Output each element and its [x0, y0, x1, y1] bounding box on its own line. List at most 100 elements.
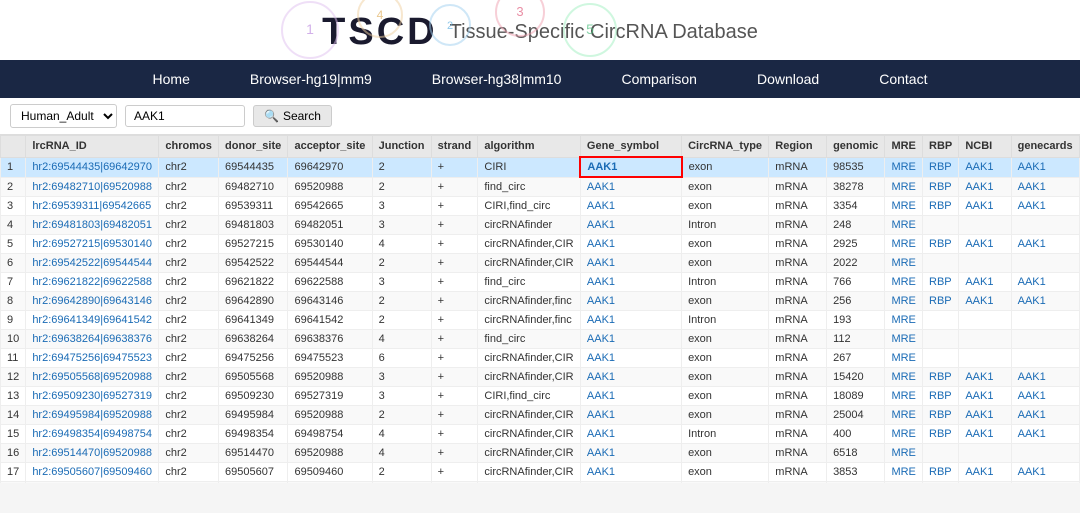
cell-id[interactable]: hr2:69505568|69520988 [26, 368, 159, 387]
cell-genecards[interactable] [1011, 330, 1079, 349]
cell-genecards[interactable]: AAK1 [1011, 177, 1079, 197]
nav-browser-hg19[interactable]: Browser-hg19|mm9 [220, 60, 402, 98]
cell-rbp[interactable]: RBP [923, 463, 959, 482]
cell-ncbi[interactable] [959, 444, 1011, 463]
cell-ncbi[interactable] [959, 216, 1011, 235]
cell-mre[interactable]: MRE [885, 368, 923, 387]
cell-genecards[interactable]: AAK1 [1011, 157, 1079, 177]
cell-gene[interactable]: AAK1 [580, 292, 681, 311]
nav-browser-hg38[interactable]: Browser-hg38|mm10 [402, 60, 592, 98]
cell-genecards[interactable]: AAK1 [1011, 197, 1079, 216]
cell-rbp[interactable]: RBP [923, 292, 959, 311]
cell-genecards[interactable]: AAK1 [1011, 273, 1079, 292]
cell-mre[interactable]: MRE [885, 157, 923, 177]
cell-rbp[interactable] [923, 349, 959, 368]
nav-download[interactable]: Download [727, 60, 849, 98]
cell-id[interactable]: hr2:69495984|69520988 [26, 406, 159, 425]
cell-genecards[interactable] [1011, 444, 1079, 463]
cell-id[interactable]: hr2:69642890|69643146 [26, 292, 159, 311]
cell-id[interactable]: hr2:69638264|69638376 [26, 330, 159, 349]
cell-id[interactable]: hr2:69544435|69642970 [26, 157, 159, 177]
search-input[interactable] [125, 105, 245, 127]
cell-id[interactable]: hr2:69542522|69544544 [26, 254, 159, 273]
cell-id[interactable]: hr2:69498354|69498754 [26, 425, 159, 444]
species-dropdown[interactable]: Human_Adult Human_Fetal Mouse_Adult Mous… [10, 104, 117, 128]
nav-comparison[interactable]: Comparison [591, 60, 726, 98]
cell-mre[interactable]: MRE [885, 235, 923, 254]
cell-mre[interactable]: MRE [885, 425, 923, 444]
cell-ncbi[interactable]: AAK1 [959, 387, 1011, 406]
cell-gene[interactable]: AAK1 [580, 273, 681, 292]
cell-genecards[interactable]: AAK1 [1011, 235, 1079, 254]
cell-genecards[interactable]: AAK1 [1011, 368, 1079, 387]
cell-gene[interactable]: AAK1 [580, 216, 681, 235]
cell-genecards[interactable]: AAK1 [1011, 425, 1079, 444]
cell-gene[interactable]: AAK1 [580, 157, 681, 177]
cell-rbp[interactable]: RBP [923, 425, 959, 444]
cell-ncbi[interactable]: AAK1 [959, 235, 1011, 254]
cell-mre[interactable]: MRE [885, 254, 923, 273]
cell-mre[interactable]: MRE [885, 444, 923, 463]
cell-gene[interactable]: AAK1 [580, 235, 681, 254]
cell-gene[interactable]: AAK1 [580, 349, 681, 368]
cell-rbp[interactable]: RBP [923, 387, 959, 406]
cell-mre[interactable]: MRE [885, 387, 923, 406]
cell-id[interactable]: hr2:69481803|69482051 [26, 216, 159, 235]
cell-rbp[interactable]: RBP [923, 157, 959, 177]
cell-rbp[interactable]: RBP [923, 177, 959, 197]
cell-rbp[interactable]: RBP [923, 368, 959, 387]
cell-genecards[interactable]: AAK1 [1011, 482, 1079, 484]
cell-ncbi[interactable]: AAK1 [959, 425, 1011, 444]
cell-gene[interactable]: AAK1 [580, 197, 681, 216]
cell-gene[interactable]: AAK1 [580, 463, 681, 482]
cell-genecards[interactable] [1011, 254, 1079, 273]
cell-rbp[interactable]: RBP [923, 197, 959, 216]
cell-id[interactable]: hr2:69509230|69527319 [26, 387, 159, 406]
cell-rbp[interactable] [923, 216, 959, 235]
cell-genecards[interactable] [1011, 311, 1079, 330]
cell-ncbi[interactable]: AAK1 [959, 368, 1011, 387]
cell-gene[interactable]: AAK1 [580, 425, 681, 444]
cell-id[interactable]: hr2:69527215|69530140 [26, 235, 159, 254]
cell-gene[interactable]: AAK1 [580, 330, 681, 349]
cell-id[interactable]: hr2:69505607|69509460 [26, 463, 159, 482]
cell-ncbi[interactable]: AAK1 [959, 273, 1011, 292]
cell-id[interactable]: hr2:69539311|69542665 [26, 197, 159, 216]
cell-ncbi[interactable]: AAK1 [959, 406, 1011, 425]
cell-rbp[interactable] [923, 330, 959, 349]
cell-mre[interactable]: MRE [885, 197, 923, 216]
cell-gene[interactable]: AAK1 [580, 387, 681, 406]
cell-rbp[interactable]: RBP [923, 273, 959, 292]
cell-id[interactable]: hr2:69482710|69520988 [26, 177, 159, 197]
cell-gene[interactable]: AAK1 [580, 406, 681, 425]
cell-rbp[interactable] [923, 254, 959, 273]
cell-genecards[interactable] [1011, 216, 1079, 235]
cell-ncbi[interactable] [959, 254, 1011, 273]
cell-genecards[interactable]: AAK1 [1011, 406, 1079, 425]
nav-home[interactable]: Home [123, 60, 220, 98]
cell-id[interactable]: hr2:69621822|69622588 [26, 273, 159, 292]
cell-mre[interactable]: MRE [885, 292, 923, 311]
cell-mre[interactable]: MRE [885, 216, 923, 235]
cell-gene[interactable]: AAK1 [580, 482, 681, 484]
nav-contact[interactable]: Contact [849, 60, 957, 98]
cell-mre[interactable]: MRE [885, 349, 923, 368]
cell-rbp[interactable] [923, 444, 959, 463]
cell-genecards[interactable]: AAK1 [1011, 463, 1079, 482]
cell-mre[interactable]: MRE [885, 463, 923, 482]
cell-id[interactable]: hr2:69495984|69509463 [26, 482, 159, 484]
cell-gene[interactable]: AAK1 [580, 444, 681, 463]
search-button[interactable]: 🔍 Search [253, 105, 332, 127]
cell-gene[interactable]: AAK1 [580, 368, 681, 387]
cell-mre[interactable]: MRE [885, 406, 923, 425]
cell-mre[interactable]: MRE [885, 311, 923, 330]
cell-ncbi[interactable]: AAK1 [959, 177, 1011, 197]
cell-ncbi[interactable] [959, 311, 1011, 330]
cell-ncbi[interactable]: AAK1 [959, 197, 1011, 216]
cell-rbp[interactable]: RBP [923, 482, 959, 484]
cell-ncbi[interactable] [959, 330, 1011, 349]
cell-ncbi[interactable]: AAK1 [959, 463, 1011, 482]
cell-ncbi[interactable] [959, 349, 1011, 368]
cell-ncbi[interactable]: AAK1 [959, 157, 1011, 177]
cell-mre[interactable]: MRE [885, 177, 923, 197]
